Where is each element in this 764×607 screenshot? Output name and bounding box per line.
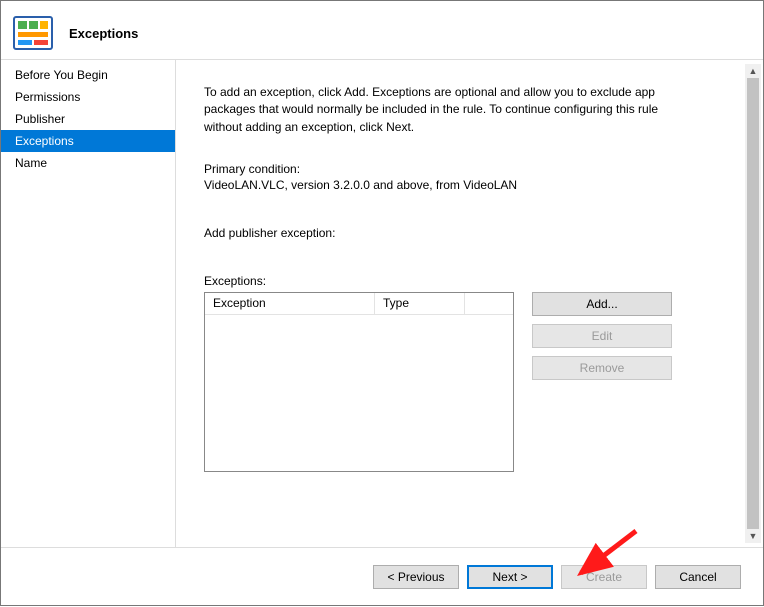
sidebar-item-before-you-begin[interactable]: Before You Begin xyxy=(1,64,175,86)
wizard-content: ▲ ▼ To add an exception, click Add. Exce… xyxy=(176,60,763,547)
column-spacer xyxy=(465,293,513,314)
column-exception[interactable]: Exception xyxy=(205,293,375,314)
sidebar-item-permissions[interactable]: Permissions xyxy=(1,86,175,108)
sidebar-item-name[interactable]: Name xyxy=(1,152,175,174)
column-type[interactable]: Type xyxy=(375,293,465,314)
cancel-button[interactable]: Cancel xyxy=(655,565,741,589)
vertical-scrollbar[interactable]: ▲ ▼ xyxy=(745,64,761,543)
exceptions-listview[interactable]: Exception Type xyxy=(204,292,514,472)
sidebar-item-publisher[interactable]: Publisher xyxy=(1,108,175,130)
wizard-steps-sidebar: Before You Begin Permissions Publisher E… xyxy=(1,60,176,547)
scroll-up-icon[interactable]: ▲ xyxy=(745,64,761,78)
sidebar-item-exceptions[interactable]: Exceptions xyxy=(1,130,175,152)
page-title: Exceptions xyxy=(69,26,138,41)
scroll-down-icon[interactable]: ▼ xyxy=(745,529,761,543)
add-button[interactable]: Add... xyxy=(532,292,672,316)
listview-header: Exception Type xyxy=(205,293,513,315)
primary-condition-label: Primary condition: xyxy=(204,162,723,176)
scroll-thumb[interactable] xyxy=(747,78,759,529)
exceptions-list-label: Exceptions: xyxy=(204,274,723,288)
create-button: Create xyxy=(561,565,647,589)
add-publisher-exception-label: Add publisher exception: xyxy=(204,226,723,240)
description-text: To add an exception, click Add. Exceptio… xyxy=(204,84,684,136)
wizard-icon xyxy=(13,15,53,51)
edit-button: Edit xyxy=(532,324,672,348)
wizard-footer: < Previous Next > Create Cancel xyxy=(1,547,763,605)
primary-condition-value: VideoLAN.VLC, version 3.2.0.0 and above,… xyxy=(204,178,723,192)
next-button[interactable]: Next > xyxy=(467,565,553,589)
remove-button: Remove xyxy=(532,356,672,380)
previous-button[interactable]: < Previous xyxy=(373,565,459,589)
wizard-header: Exceptions xyxy=(1,1,763,59)
